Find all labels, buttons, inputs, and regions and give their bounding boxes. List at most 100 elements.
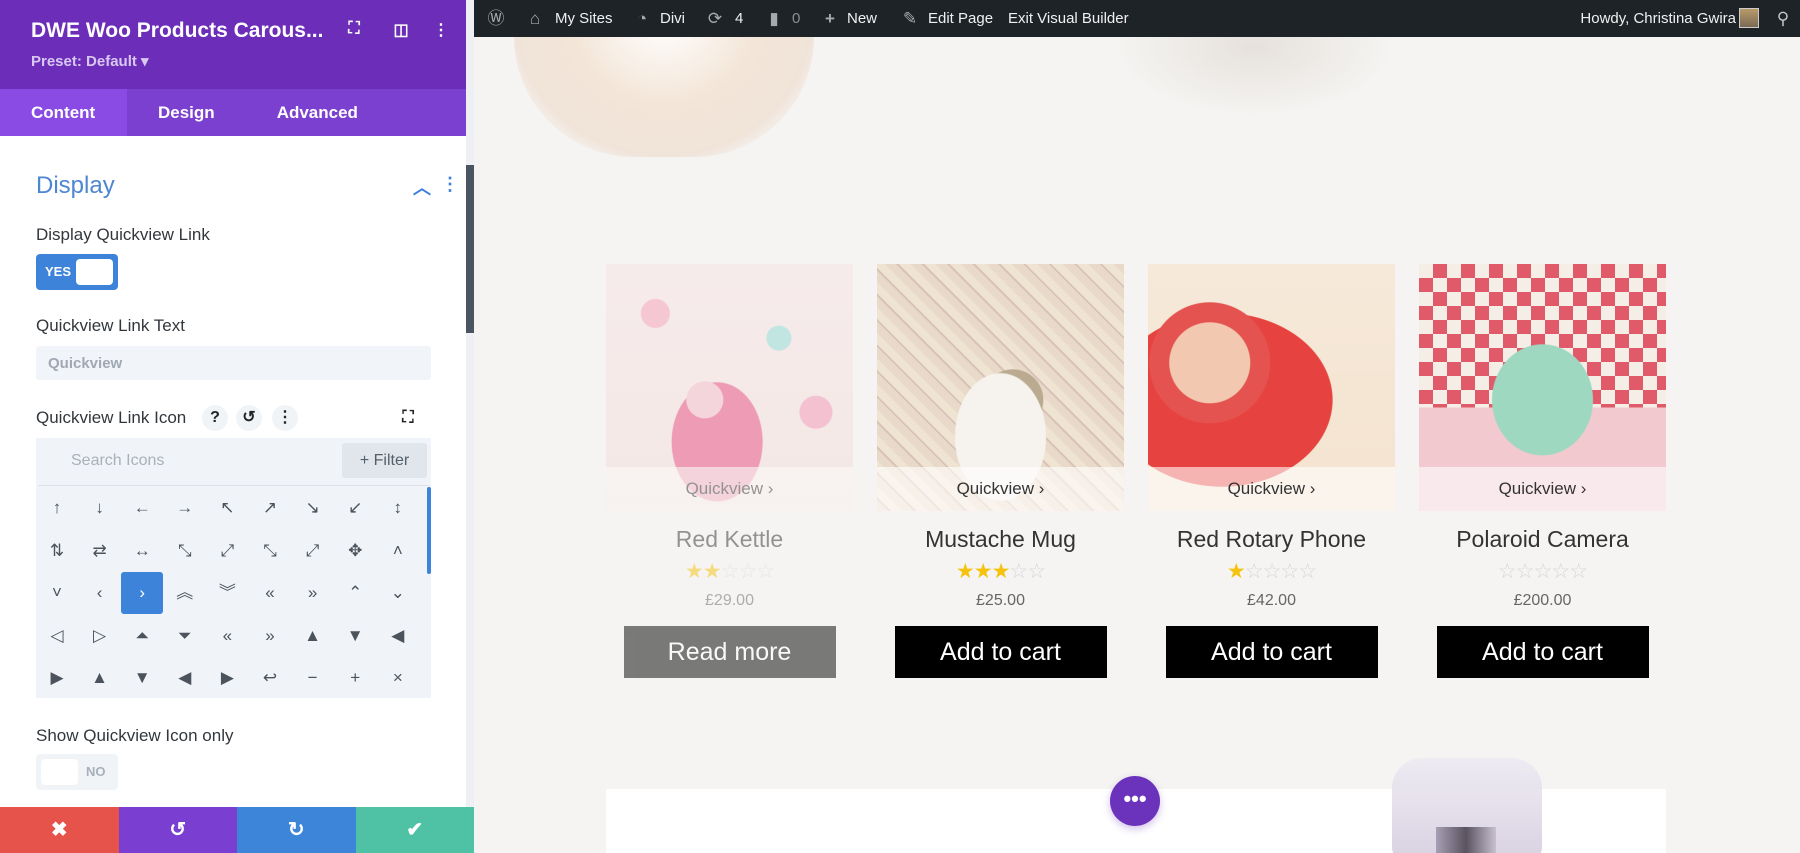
redo-button[interactable]: ↻ (237, 807, 356, 853)
wordpress-logo-icon[interactable]: Ⓦ (484, 0, 508, 37)
chevron-up-icon[interactable]: ︿ (413, 174, 431, 200)
panel-scrollbar[interactable] (466, 0, 474, 853)
icon-option[interactable]: ︾ (206, 572, 248, 614)
add-to-cart-button[interactable]: Add to cart (1436, 626, 1649, 678)
preset-dropdown[interactable]: Preset: Default ▾ (31, 52, 149, 70)
icon-option[interactable]: ↖ (206, 487, 248, 529)
product-name[interactable]: Red Kettle (606, 526, 853, 553)
icon-option[interactable]: ↩ (249, 657, 291, 699)
icon-option[interactable]: ◀ (377, 615, 419, 657)
icon-option[interactable]: ˅ (36, 572, 78, 614)
icon-option[interactable]: ⌃ (334, 572, 376, 614)
icon-option[interactable]: ◁ (36, 615, 78, 657)
add-to-cart-button[interactable]: Add to cart (1165, 626, 1378, 678)
icon-option[interactable]: ▼ (334, 615, 376, 657)
icon-only-toggle[interactable]: NO (36, 754, 118, 790)
product-image[interactable]: Quickview › (1148, 264, 1395, 511)
product-image[interactable]: Quickview › (877, 264, 1124, 511)
icon-option[interactable]: ↘ (292, 487, 334, 529)
icon-option[interactable]: ✥ (334, 530, 376, 572)
divi-link[interactable]: Divi (660, 0, 685, 37)
icon-option[interactable]: ↔ (121, 530, 163, 572)
more-options-icon[interactable]: ⋮ (430, 20, 452, 40)
icon-option[interactable]: ⤡ (164, 530, 206, 572)
display-quickview-toggle[interactable]: YES (36, 254, 118, 290)
section-title-display[interactable]: Display (36, 172, 115, 200)
icon-option[interactable]: ↓ (79, 487, 121, 529)
star-empty-icon: ☆ (1569, 560, 1588, 583)
link-text-input[interactable]: Quickview (36, 346, 431, 380)
icon-option[interactable]: ⤢ (206, 530, 248, 572)
help-icon[interactable]: ? (202, 405, 228, 431)
product-image[interactable]: Quickview › (1419, 264, 1666, 511)
icon-option[interactable]: ↑ (36, 487, 78, 529)
save-button[interactable]: ✔ (355, 807, 474, 853)
discard-button[interactable]: ✖ (0, 807, 119, 853)
icon-option[interactable]: ◀ (164, 657, 206, 699)
icon-option[interactable]: › (121, 572, 164, 615)
quickview-link[interactable]: Quickview › (877, 467, 1124, 511)
icon-option[interactable]: ▶ (206, 657, 248, 699)
icon-option[interactable]: → (164, 487, 206, 529)
product-name[interactable]: Mustache Mug (877, 526, 1124, 553)
reset-icon[interactable]: ↺ (236, 405, 262, 431)
icon-grid-scrollbar[interactable] (427, 487, 431, 574)
section-options-button[interactable]: ••• (1110, 776, 1160, 826)
undo-button[interactable]: ↺ (118, 807, 237, 853)
icon-option[interactable]: ↕ (377, 487, 419, 529)
howdy-user[interactable]: Howdy, Christina Gwira (1580, 0, 1736, 37)
icon-option[interactable]: ⤡ (249, 530, 291, 572)
product-name[interactable]: Red Rotary Phone (1148, 526, 1395, 553)
icon-option[interactable]: » (292, 572, 334, 614)
filter-button[interactable]: + Filter (342, 443, 427, 478)
my-sites-link[interactable]: My Sites (555, 0, 613, 37)
quickview-link[interactable]: Quickview › (606, 467, 853, 511)
icon-option[interactable]: − (292, 657, 334, 699)
tab-content[interactable]: Content (0, 89, 127, 136)
comments-count[interactable]: 0 (792, 0, 800, 37)
icon-option[interactable]: ▲ (79, 657, 121, 699)
icon-option[interactable]: ‹ (79, 572, 121, 614)
icon-option[interactable]: ▷ (79, 615, 121, 657)
product-image[interactable]: Quickview › (606, 264, 853, 511)
fullscreen-icon[interactable]: ⛶ (343, 20, 365, 38)
icon-option[interactable]: ︽ (164, 572, 206, 614)
search-icon[interactable]: ⚲ (1772, 0, 1794, 37)
updates-count[interactable]: 4 (735, 0, 743, 37)
icon-option[interactable]: × (377, 657, 419, 699)
icon-option[interactable]: « (249, 572, 291, 614)
icon-option[interactable]: ⌄ (377, 572, 419, 614)
read-more-button[interactable]: Read more (623, 626, 836, 678)
icon-option[interactable]: « (206, 615, 248, 657)
section-menu-icon[interactable]: ⋮ (441, 174, 459, 195)
icon-option[interactable]: ⏷ (164, 615, 206, 657)
new-link[interactable]: New (847, 0, 877, 37)
icon-option[interactable]: ← (121, 487, 163, 529)
split-view-icon[interactable]: ◫ (390, 20, 412, 40)
field-options-icon[interactable]: ⋮ (272, 405, 298, 431)
icon-option[interactable]: ▼ (121, 657, 163, 699)
icon-option[interactable]: ˄ (377, 530, 419, 572)
icon-option[interactable]: + (334, 657, 376, 699)
icon-option[interactable]: ↙ (334, 487, 376, 529)
tab-advanced[interactable]: Advanced (246, 89, 389, 136)
icon-option[interactable]: ⤢ (292, 530, 334, 572)
edit-page-link[interactable]: Edit Page (928, 0, 993, 37)
icon-option[interactable]: ⇅ (36, 530, 78, 572)
icon-option[interactable]: ↗ (249, 487, 291, 529)
icon-option[interactable]: ⇄ (79, 530, 121, 572)
panel-scrollbar-thumb[interactable] (466, 165, 474, 333)
icon-search-input[interactable]: Search Icons (71, 452, 164, 470)
add-to-cart-button[interactable]: Add to cart (894, 626, 1107, 678)
responsive-icon[interactable]: ⛶ (395, 405, 421, 431)
tab-design[interactable]: Design (127, 89, 246, 136)
icon-option[interactable]: ⏶ (121, 615, 163, 657)
quickview-link[interactable]: Quickview › (1148, 467, 1395, 511)
product-name[interactable]: Polaroid Camera (1419, 526, 1666, 553)
user-avatar[interactable] (1739, 8, 1759, 28)
exit-visual-builder-link[interactable]: Exit Visual Builder (1008, 0, 1129, 37)
quickview-link[interactable]: Quickview › (1419, 467, 1666, 511)
icon-option[interactable]: ▲ (292, 615, 334, 657)
icon-option[interactable]: ▶ (36, 657, 78, 699)
icon-option[interactable]: » (249, 615, 291, 657)
